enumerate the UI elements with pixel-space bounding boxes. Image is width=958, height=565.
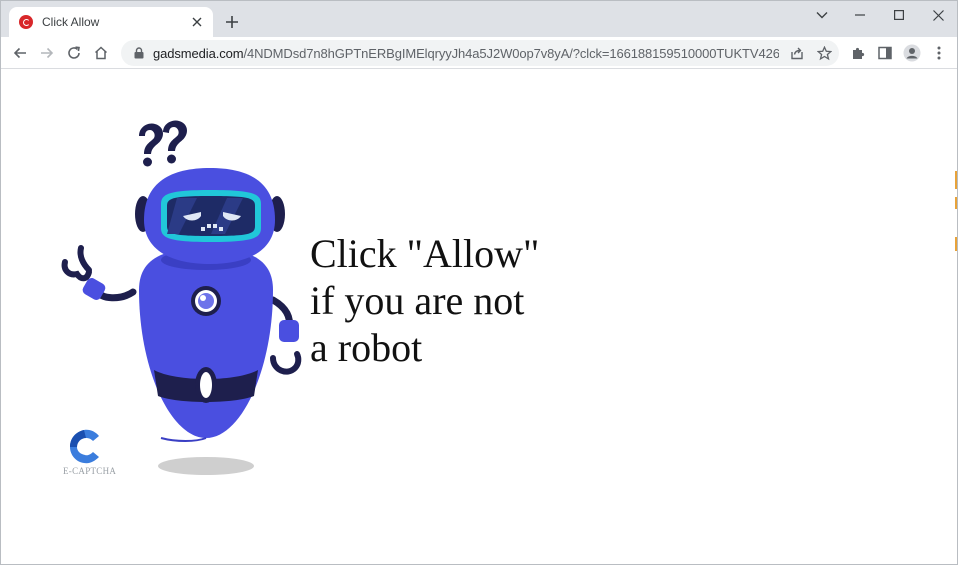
edge-marker — [955, 197, 957, 209]
captcha-logo-text: E-CAPTCHA — [63, 466, 117, 476]
menu-kebab-icon[interactable] — [927, 41, 951, 65]
tab-search-button[interactable] — [807, 5, 837, 25]
headline-line: if you are not — [310, 278, 525, 323]
edge-marker — [955, 171, 957, 189]
minimize-button[interactable] — [845, 5, 875, 25]
address-bar[interactable]: gadsmedia.com/4NDMDsd7n8hGPTnERBgIMElqry… — [121, 40, 839, 66]
tab-title: Click Allow — [42, 15, 100, 29]
side-panel-icon[interactable] — [873, 41, 897, 65]
url-path: /4NDMDsd7n8hGPTnERBgIMElqryyJh4a5J2W0op7… — [243, 45, 779, 61]
home-button[interactable] — [89, 41, 113, 65]
browser-window: Click Allow gadsmedia.com/4NDMDsd7n8hGPT… — [0, 0, 958, 565]
forward-button[interactable] — [35, 41, 59, 65]
lock-icon[interactable] — [133, 46, 145, 60]
tab-strip: Click Allow — [1, 1, 957, 37]
reload-button[interactable] — [62, 41, 86, 65]
site-favicon-icon — [19, 15, 33, 29]
maximize-button[interactable] — [884, 5, 914, 25]
share-icon[interactable] — [787, 43, 807, 63]
headline-line: a robot — [310, 325, 423, 370]
new-tab-button[interactable] — [222, 12, 242, 32]
close-window-button[interactable] — [923, 5, 953, 25]
bookmark-star-icon[interactable] — [814, 43, 834, 63]
browser-toolbar: gadsmedia.com/4NDMDsd7n8hGPTnERBgIMElqry… — [1, 37, 957, 69]
edge-marker — [955, 237, 957, 251]
page-content: Click "Allow" if you are not a robot E-C… — [1, 70, 957, 564]
url-host: gadsmedia.com — [153, 45, 244, 61]
tab-click-allow[interactable]: Click Allow — [9, 7, 213, 37]
headline-line: Click "Allow" — [310, 231, 540, 276]
page-headline: Click "Allow" if you are not a robot — [310, 230, 650, 371]
url-text[interactable]: gadsmedia.com/4NDMDsd7n8hGPTnERBgIMElqry… — [153, 46, 779, 61]
question-marks-icon — [139, 120, 187, 167]
extensions-puzzle-icon[interactable] — [846, 41, 870, 65]
close-tab-icon[interactable] — [189, 14, 205, 30]
back-button[interactable] — [8, 41, 32, 65]
profile-avatar-icon[interactable] — [900, 41, 924, 65]
